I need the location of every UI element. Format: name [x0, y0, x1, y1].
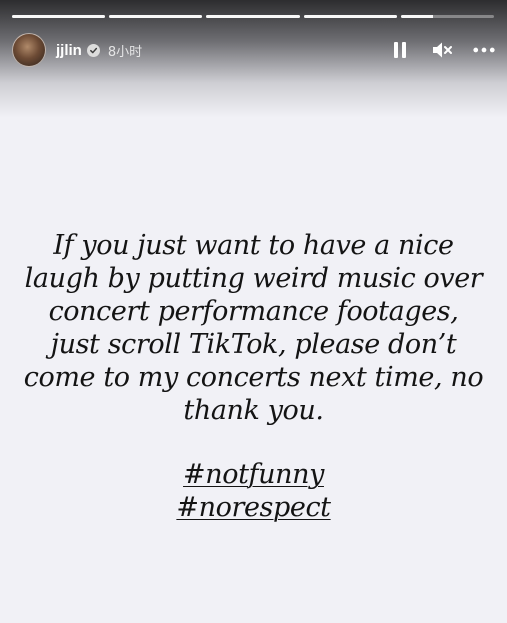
story-header: jjlin 8小时 — [12, 31, 495, 69]
story-viewer[interactable]: jjlin 8小时 If you just want to have a nic… — [0, 0, 507, 623]
mute-icon[interactable] — [431, 39, 453, 61]
hashtag-link[interactable]: #norespect — [22, 491, 485, 524]
progress-fill — [400, 15, 434, 18]
hashtag-list: #notfunny #norespect — [22, 458, 485, 524]
progress-fill — [12, 15, 106, 18]
hashtag-link[interactable]: #notfunny — [22, 458, 485, 491]
progress-segment — [400, 15, 495, 18]
pause-icon[interactable] — [389, 39, 411, 61]
progress-segment — [206, 15, 300, 18]
more-icon[interactable] — [473, 39, 495, 61]
username[interactable]: jjlin — [56, 42, 82, 59]
progress-segment — [109, 15, 203, 18]
verified-badge-icon — [86, 43, 100, 57]
post-time: 8小时 — [107, 44, 143, 60]
story-text-block: If you just want to have a nice laugh by… — [22, 229, 485, 524]
avatar[interactable] — [12, 33, 46, 67]
story-message: If you just want to have a nice laugh by… — [23, 230, 484, 426]
progress-fill — [206, 15, 300, 18]
progress-segment — [303, 15, 397, 18]
story-progress-bar — [12, 15, 495, 18]
story-controls — [389, 39, 495, 61]
progress-segment — [12, 15, 106, 18]
progress-fill — [303, 15, 397, 18]
progress-fill — [109, 15, 203, 18]
